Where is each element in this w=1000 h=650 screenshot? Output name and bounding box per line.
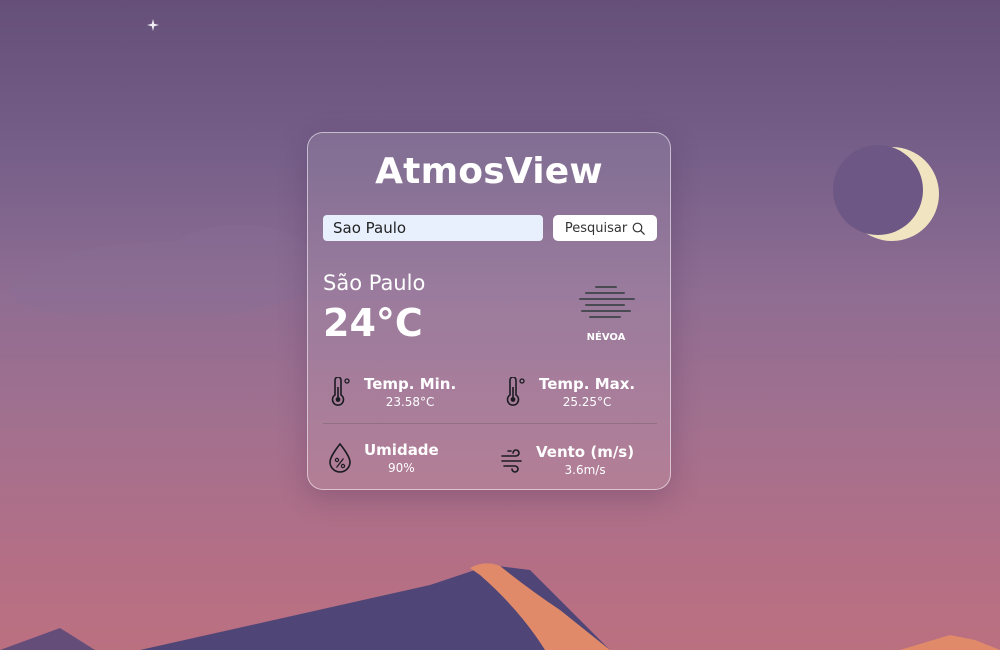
moon-icon xyxy=(833,145,939,241)
thermometer-icon xyxy=(506,377,525,406)
humidity-value: 90% xyxy=(388,461,415,475)
current-temperature: 24°C xyxy=(323,301,423,345)
wind-icon xyxy=(501,449,522,473)
weather-condition: NÉVOA xyxy=(586,332,626,343)
stat-humidity: Umidade 90% xyxy=(328,441,439,475)
wind-label: Vento (m/s) xyxy=(536,443,635,461)
stat-wind: Vento (m/s) 3.6m/s xyxy=(500,443,634,477)
humidity-label: Umidade xyxy=(364,441,439,459)
humidity-drop-icon xyxy=(329,442,351,473)
city-name: São Paulo xyxy=(323,271,426,295)
star-icon xyxy=(147,19,159,31)
stat-temp-min: Temp. Min. 23.58°C xyxy=(328,375,456,409)
fog-icon xyxy=(579,286,635,318)
search-button-label: Pesquisar xyxy=(564,220,628,236)
temp-max-label: Temp. Max. xyxy=(539,375,636,393)
temp-min-value: 23.58°C xyxy=(385,395,435,409)
temp-min-label: Temp. Min. xyxy=(364,375,457,393)
dunes-shape xyxy=(0,563,1000,650)
app-title: AtmosView xyxy=(375,151,603,192)
stat-temp-max: Temp. Max. 25.25°C xyxy=(503,375,635,409)
weather-card: AtmosView Pesquisar São Paulo 24°C NÉVOA… xyxy=(307,132,671,490)
wind-value: 3.6m/s xyxy=(564,463,606,477)
thermometer-icon xyxy=(331,377,350,406)
cloud-shape xyxy=(10,225,310,318)
stats-divider xyxy=(323,423,657,424)
temp-max-value: 25.25°C xyxy=(562,395,612,409)
search-icon xyxy=(632,222,646,235)
city-search-input[interactable] xyxy=(323,215,543,241)
search-button[interactable]: Pesquisar xyxy=(553,215,657,241)
